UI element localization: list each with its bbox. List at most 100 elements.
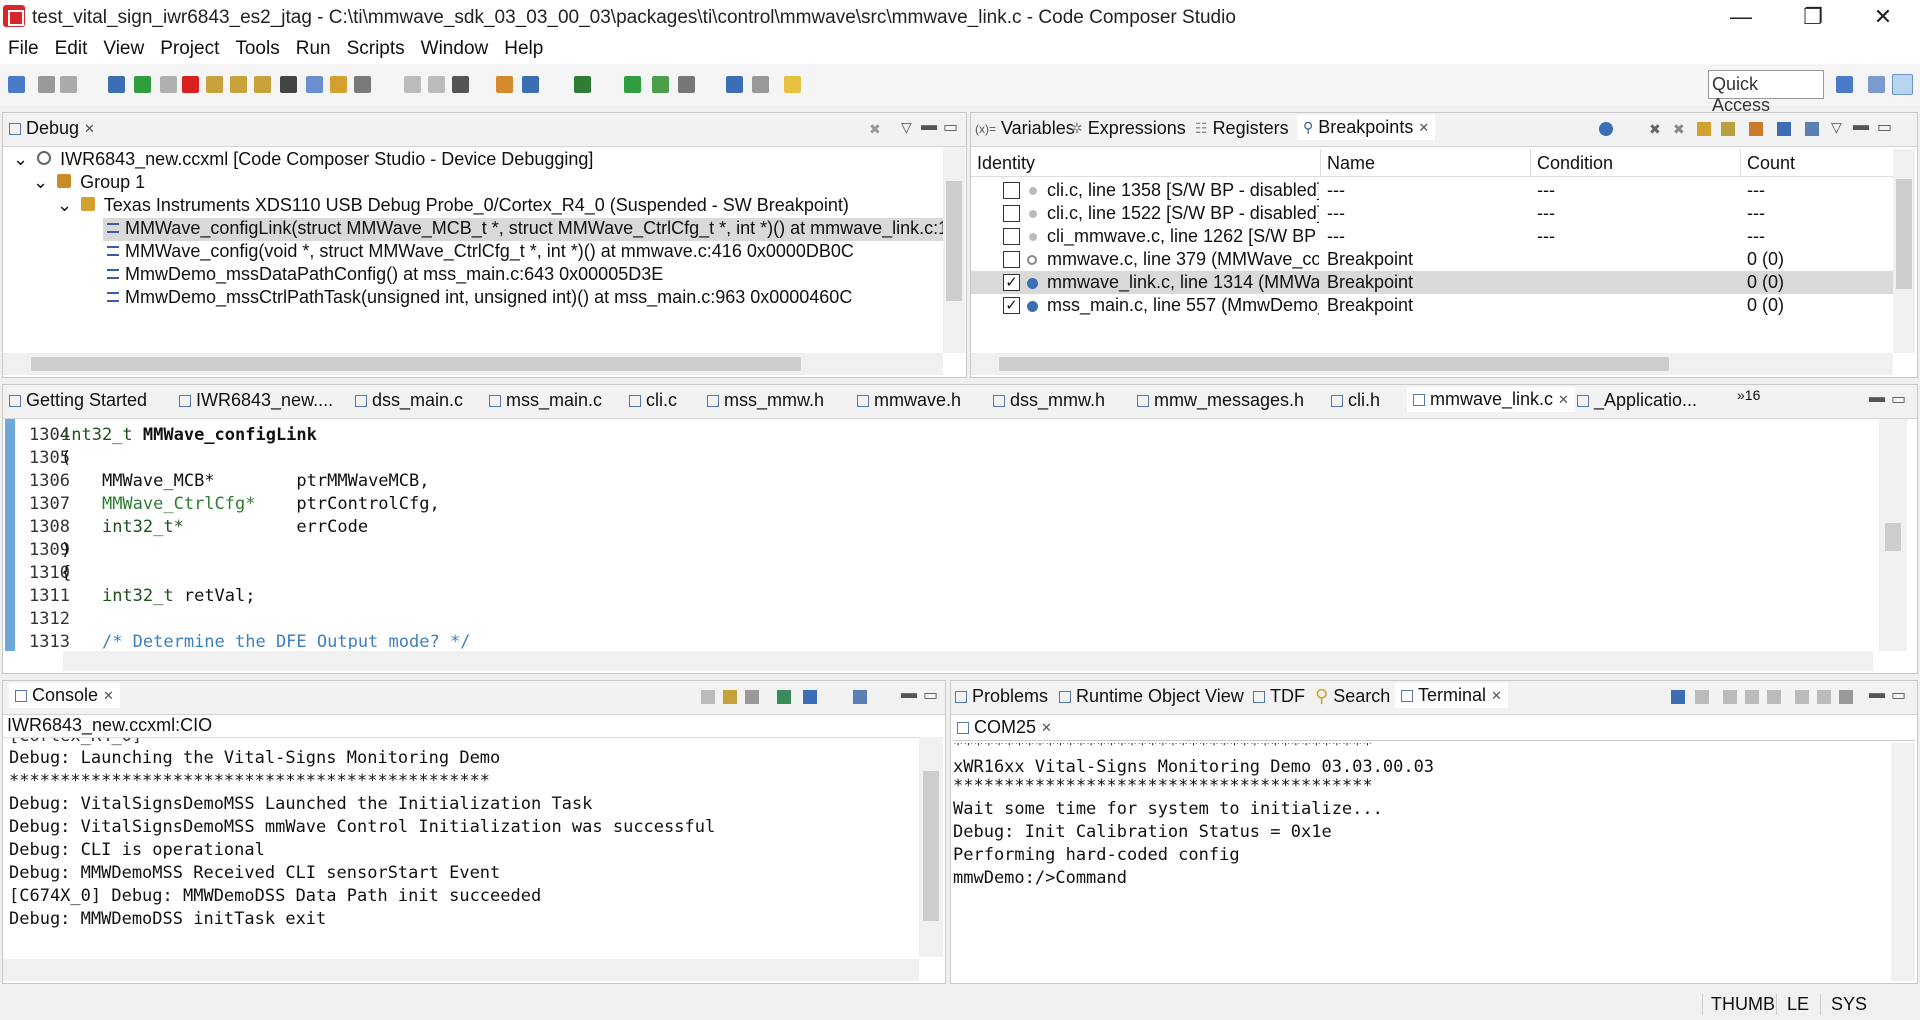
- editor-tab-cli-h[interactable]: cli.h: [1331, 390, 1380, 411]
- close-icon[interactable]: ✕: [84, 121, 95, 137]
- minimize-button[interactable]: —: [1706, 0, 1776, 34]
- editor-tab-mss-mmw-h[interactable]: mss_mmw.h: [707, 390, 824, 411]
- close-icon[interactable]: ✕: [1491, 688, 1502, 704]
- editor-vertical-scrollbar[interactable]: [1879, 419, 1907, 651]
- editor-horizontal-scrollbar[interactable]: [63, 651, 1873, 671]
- scroll-lock-icon[interactable]: [1723, 690, 1737, 704]
- editor-tab-mss-main[interactable]: mss_main.c: [489, 390, 602, 411]
- column-header-identity[interactable]: Identity: [971, 149, 1321, 177]
- scroll-thumb[interactable]: [1885, 523, 1901, 551]
- tree-node-group[interactable]: ⌄ Group 1: [3, 172, 145, 195]
- tools-icon[interactable]: [678, 76, 695, 93]
- save-icon[interactable]: [38, 76, 55, 93]
- remove-breakpoint-icon[interactable]: ✖: [1649, 121, 1661, 138]
- enable-checkbox[interactable]: ✓: [1003, 274, 1020, 291]
- debug-vertical-scrollbar[interactable]: [943, 147, 965, 353]
- tab-debug[interactable]: Debug ✕: [9, 118, 95, 139]
- open-terminal-icon[interactable]: [1839, 690, 1853, 704]
- scroll-thumb[interactable]: [1896, 179, 1912, 289]
- run-icon[interactable]: [574, 76, 591, 93]
- view-menu-icon[interactable]: ▽: [1831, 119, 1842, 136]
- tab-search[interactable]: ⚲ Search: [1315, 686, 1390, 707]
- tab-variables[interactable]: (x)= Variables: [975, 118, 1075, 139]
- maximize-editor-icon[interactable]: ▭: [1891, 389, 1906, 409]
- breakpoint-row[interactable]: cli.c, line 1522 [S/W BP - disabled] ---…: [971, 202, 1893, 225]
- enable-checkbox[interactable]: [1003, 228, 1020, 245]
- display-console-icon[interactable]: [803, 690, 817, 704]
- prev-annotation-icon[interactable]: [652, 76, 669, 93]
- expand-icon[interactable]: ⌄: [13, 149, 28, 169]
- watchpoint-icon[interactable]: [428, 76, 445, 93]
- minimize-view-icon[interactable]: ▬: [901, 685, 917, 703]
- menu-scripts[interactable]: Scripts: [339, 34, 413, 64]
- ccs-debug-perspective-icon[interactable]: [1892, 74, 1913, 95]
- minimize-view-icon[interactable]: ▬: [1853, 117, 1869, 135]
- console-vertical-scrollbar[interactable]: [919, 737, 943, 957]
- breakpoints-horizontal-scrollbar[interactable]: [971, 353, 1893, 375]
- reset-icon[interactable]: [354, 76, 371, 93]
- quick-access-input[interactable]: Quick Access: [1708, 70, 1824, 115]
- breakpoints-vertical-scrollbar[interactable]: [1893, 149, 1915, 353]
- breakpoint-row[interactable]: cli.c, line 1358 [S/W BP - disabled] ---…: [971, 179, 1893, 202]
- clear-terminal-icon[interactable]: [1745, 690, 1759, 704]
- tab-breakpoints[interactable]: ⚲ Breakpoints ✕: [1297, 115, 1436, 140]
- column-header-condition[interactable]: Condition: [1531, 149, 1741, 177]
- stack-frame[interactable]: MmwDemo_mssCtrlPathTask(unsigned int, un…: [103, 287, 852, 310]
- breakpoint-row[interactable]: ✓ mss_main.c, line 557 (MmwDemo_ Breakpo…: [971, 294, 1893, 317]
- editor-tab-getting-started[interactable]: Getting Started: [9, 390, 147, 411]
- next-annotation-icon[interactable]: [624, 76, 641, 93]
- terminal-vertical-scrollbar[interactable]: [1891, 743, 1915, 981]
- menu-file[interactable]: File: [0, 34, 47, 64]
- tab-registers[interactable]: ☷ Registers: [1195, 118, 1289, 139]
- expand-icon[interactable]: ⌄: [57, 195, 72, 215]
- enable-checkbox[interactable]: [1003, 205, 1020, 222]
- disconnect-terminal-icon[interactable]: [1695, 690, 1709, 704]
- tab-tdf[interactable]: TDF: [1253, 686, 1305, 707]
- hardware-icon[interactable]: [452, 76, 469, 93]
- tab-runtime-object-view[interactable]: Runtime Object View: [1059, 686, 1244, 707]
- save-all-icon[interactable]: [60, 76, 77, 93]
- expand-all-icon[interactable]: [1777, 122, 1791, 136]
- breakpoint-row[interactable]: cli_mmwave.c, line 1262 [S/W BP - --- --…: [971, 225, 1893, 248]
- close-icon[interactable]: ✕: [1558, 392, 1569, 408]
- expand-icon[interactable]: ⌄: [33, 172, 48, 192]
- menu-project[interactable]: Project: [152, 34, 227, 64]
- breakpoint-row[interactable]: mmwave.c, line 379 (MMWave_con Breakpoin…: [971, 248, 1893, 271]
- editor-tab-dss-main[interactable]: dss_main.c: [355, 390, 463, 411]
- more-tabs-button[interactable]: »16: [1737, 387, 1760, 403]
- ccs-edit-perspective-icon[interactable]: [1868, 76, 1885, 93]
- maximize-view-icon[interactable]: ▭: [1891, 685, 1906, 705]
- stack-frame-selected[interactable]: MMWave_configLink(struct MMWave_MCB_t *,…: [103, 218, 943, 241]
- close-button[interactable]: ✕: [1848, 0, 1918, 34]
- memory-icon[interactable]: [280, 76, 297, 93]
- enable-checkbox[interactable]: [1003, 182, 1020, 199]
- tab-terminal[interactable]: Terminal ✕: [1395, 683, 1508, 708]
- editor-tab-dss-mmw-h[interactable]: dss_mmw.h: [993, 390, 1105, 411]
- column-header-count[interactable]: Count: [1741, 149, 1893, 177]
- tree-node-core[interactable]: ⌄ Texas Instruments XDS110 USB Debug Pro…: [3, 195, 849, 218]
- editor-tab-mmw-messages-h[interactable]: mmw_messages.h: [1137, 390, 1304, 411]
- maximize-view-icon[interactable]: ▭: [1877, 117, 1892, 137]
- connect-icon[interactable]: [108, 76, 125, 93]
- scroll-lock-icon[interactable]: [723, 690, 737, 704]
- code-area[interactable]: 1304int32_t MMWave_configLink 1305( 1306…: [15, 425, 1875, 649]
- breakpoint-row-selected[interactable]: ✓ mmwave_link.c, line 1314 (MMWav Breakp…: [971, 271, 1893, 294]
- console-toolbar-icon[interactable]: [752, 76, 769, 93]
- link-editor-icon[interactable]: [1749, 122, 1763, 136]
- stack-frame[interactable]: MmwDemo_mssDataPathConfig() at mss_main.…: [103, 264, 663, 287]
- resume-icon[interactable]: [134, 76, 151, 93]
- step-return-icon[interactable]: [254, 76, 271, 93]
- connect-terminal-icon[interactable]: [1671, 690, 1685, 704]
- instruction-step-icon[interactable]: [306, 76, 323, 93]
- build-icon[interactable]: [496, 76, 513, 93]
- open-perspective-icon[interactable]: [1836, 76, 1853, 93]
- menu-help[interactable]: Help: [496, 34, 551, 64]
- pin-console-icon[interactable]: [777, 690, 791, 704]
- editor-tab-mmwave-h[interactable]: mmwave.h: [857, 390, 961, 411]
- breakpoint-icon[interactable]: [404, 76, 421, 93]
- search-icon[interactable]: [726, 76, 743, 93]
- remove-all-breakpoints-icon[interactable]: ✖: [1673, 121, 1685, 138]
- clear-console-icon[interactable]: [701, 690, 715, 704]
- close-icon[interactable]: ✕: [1418, 120, 1429, 136]
- console-horizontal-scrollbar[interactable]: [3, 959, 919, 981]
